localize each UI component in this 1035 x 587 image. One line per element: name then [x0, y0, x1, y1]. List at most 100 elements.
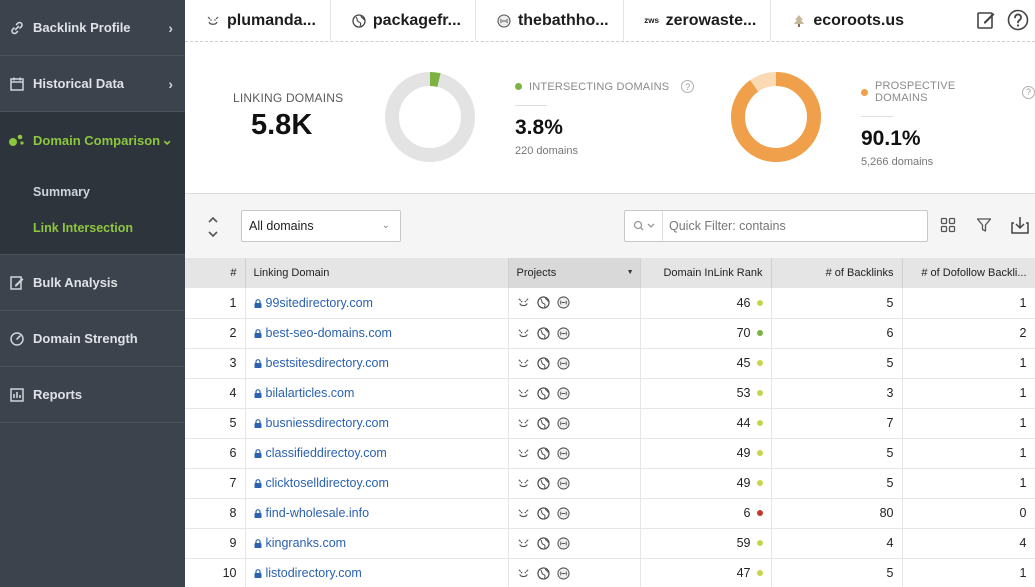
grid-view-icon[interactable]	[937, 214, 959, 236]
submenu-item-summary[interactable]: Summary	[0, 174, 185, 210]
face-icon	[517, 446, 531, 460]
linking-domain-link[interactable]: kingranks.com	[266, 536, 347, 550]
project-name: zerowaste...	[665, 11, 757, 29]
prospective-arc	[731, 72, 821, 162]
expand-collapse-icon[interactable]	[205, 214, 221, 240]
project-tab[interactable]: zws zerowaste...	[624, 0, 772, 41]
project-name: thebathho...	[517, 11, 609, 29]
table-row[interactable]: 1 99sitedirectory.com 46 5 1	[185, 288, 1035, 319]
column-header-backlinks[interactable]: # of Backlinks	[771, 258, 903, 288]
face-icon	[517, 476, 531, 490]
backlinks-cell: 80	[771, 498, 903, 529]
globe-icon	[537, 536, 551, 550]
help-icon[interactable]	[1007, 9, 1029, 31]
linking-domain-link[interactable]: find-wholesale.info	[266, 506, 370, 520]
sidebar-item-label: Reports	[33, 387, 83, 402]
dofollow-backlinks-cell: 1	[902, 438, 1035, 469]
table-row[interactable]: 10 listodirectory.com 47 5 1	[185, 558, 1035, 587]
row-number: 8	[185, 498, 246, 529]
globe-icon	[537, 566, 551, 580]
help-icon[interactable]: ?	[1022, 85, 1035, 99]
sidebar-item-bulk-analysis[interactable]: Bulk Analysis	[0, 255, 185, 311]
lock-icon	[254, 449, 261, 458]
table-row[interactable]: 7 clicktoselldirectoy.com 49 5 1	[185, 468, 1035, 499]
table-row[interactable]: 5 busniessdirectory.com 44 7 1	[185, 408, 1035, 439]
face-icon	[517, 296, 531, 310]
table-row[interactable]: 6 classifieddirectoy.com 49 5 1	[185, 438, 1035, 469]
linking-domain-link[interactable]: listodirectory.com	[266, 566, 362, 580]
row-number: 7	[185, 468, 246, 499]
linking-domain-link[interactable]: 99sitedirectory.com	[266, 296, 373, 310]
linking-domain-cell: bilalarticles.com	[245, 378, 509, 409]
column-header-dofollow-backlinks[interactable]: # of Dofollow Backli...	[902, 258, 1035, 288]
row-number: 10	[185, 558, 246, 587]
chevron-right-icon: ›	[168, 19, 173, 36]
toolbar-icons	[937, 214, 1031, 236]
column-header-domain-inlink-rank[interactable]: Domain InLink Rank	[640, 258, 772, 288]
linking-domain-link[interactable]: bestsitesdirectory.com	[266, 356, 389, 370]
dofollow-backlinks-cell: 4	[902, 528, 1035, 559]
sidebar-item-domain-strength[interactable]: Domain Strength	[0, 311, 185, 367]
backlinks-cell: 5	[771, 348, 903, 379]
sort-caret-icon: ▼	[626, 269, 634, 276]
quick-filter-input[interactable]	[663, 211, 927, 241]
edit-icon[interactable]	[975, 9, 997, 31]
linking-domain-link[interactable]: classifieddirectoy.com	[266, 446, 387, 460]
sidebar-item-reports[interactable]: Reports	[0, 367, 185, 423]
table-row[interactable]: 8 find-wholesale.info 6 80 0	[185, 498, 1035, 529]
linking-domain-link[interactable]: bilalarticles.com	[266, 386, 355, 400]
search-icon[interactable]	[625, 211, 663, 241]
sidebar-item-backlink-profile[interactable]: Backlink Profile ›	[0, 0, 185, 56]
rank-status-dot	[756, 390, 763, 396]
dofollow-backlinks-cell: 1	[902, 468, 1035, 499]
sidebar-item-historical-data[interactable]: Historical Data ›	[0, 56, 185, 112]
project-tab[interactable]: thebathho...	[476, 0, 624, 41]
globe-icon	[537, 416, 551, 430]
table-row[interactable]: 3 bestsitesdirectory.com 45 5 1	[185, 348, 1035, 379]
globe-icon	[537, 296, 551, 310]
project-tab[interactable]: packagefr...	[331, 0, 476, 41]
domain-inlink-rank-cell: 53	[640, 378, 772, 409]
table-row[interactable]: 2 best-seo-domains.com 70 6 2	[185, 318, 1035, 349]
row-number: 3	[185, 348, 246, 379]
face-icon	[205, 13, 221, 29]
column-header-projects[interactable]: Projects ▼	[508, 258, 641, 288]
sidebar-item-label: Bulk Analysis	[33, 275, 118, 290]
linking-domain-cell: listodirectory.com	[245, 558, 509, 587]
submenu-item-link-intersection[interactable]: Link Intersection	[0, 210, 185, 246]
linking-domain-link[interactable]: best-seo-domains.com	[266, 326, 392, 340]
intersecting-donut	[385, 72, 475, 162]
linking-domain-link[interactable]: clicktoselldirectoy.com	[266, 476, 389, 490]
chevron-right-icon: ›	[168, 75, 173, 92]
globe-icon	[537, 326, 551, 340]
project-tab[interactable]: plumanda...	[185, 0, 331, 41]
column-header-number[interactable]: #	[185, 258, 246, 288]
prospective-donut	[731, 72, 821, 162]
chevron-down-icon: ⌄	[381, 220, 390, 231]
domain-filter-select[interactable]: All domains ⌄	[241, 210, 401, 242]
sidebar-item-label: Domain Comparison	[33, 132, 161, 148]
help-icon[interactable]: ?	[681, 80, 695, 93]
linking-domain-link[interactable]: busniessdirectory.com	[266, 416, 389, 430]
export-icon[interactable]	[1009, 214, 1031, 236]
table-row[interactable]: 9 kingranks.com 59 4 4	[185, 528, 1035, 559]
sidebar-item-domain-comparison[interactable]: Domain Comparison ⌄	[0, 112, 185, 168]
domain-inlink-rank-cell: 6	[640, 498, 772, 529]
linking-domains-value: 5.8K	[251, 109, 313, 141]
quick-filter	[624, 210, 928, 242]
chevron-down-icon: ⌄	[161, 131, 173, 148]
project-name: ecoroots.us	[813, 11, 904, 29]
rank-status-dot	[756, 299, 763, 306]
rank-status-dot	[756, 540, 763, 546]
backlinks-cell: 5	[771, 288, 903, 319]
prospective-value: 90.1%	[861, 127, 921, 150]
badge-icon	[557, 506, 571, 520]
project-tab[interactable]: ecoroots.us	[771, 0, 918, 41]
lock-icon	[254, 479, 261, 488]
table-row[interactable]: 4 bilalarticles.com 53 3 1	[185, 378, 1035, 409]
filter-icon[interactable]	[973, 214, 995, 236]
domain-inlink-rank-cell: 49	[640, 438, 772, 469]
projects-cell	[508, 318, 641, 349]
column-header-linking-domain[interactable]: Linking Domain	[245, 258, 509, 288]
linking-domain-cell: clicktoselldirectoy.com	[245, 468, 509, 499]
